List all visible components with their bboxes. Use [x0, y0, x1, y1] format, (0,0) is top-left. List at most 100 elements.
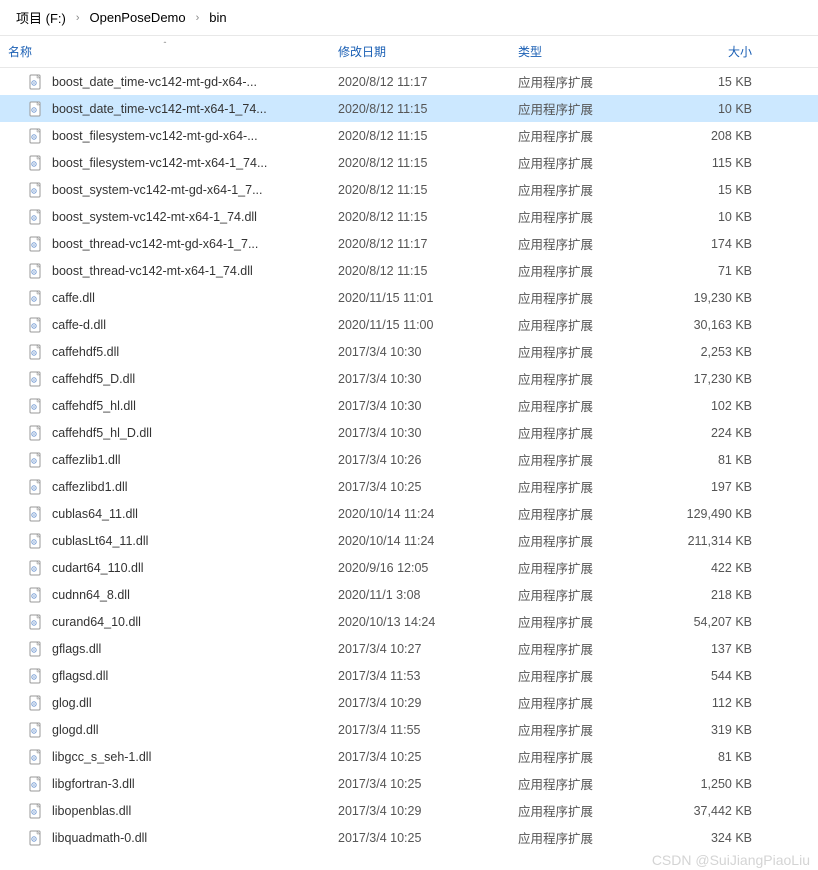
- file-row[interactable]: libquadmath-0.dll2017/3/4 10:25应用程序扩展324…: [0, 824, 818, 851]
- file-name-text: libopenblas.dll: [52, 804, 131, 818]
- file-size-cell: 81 KB: [640, 453, 760, 467]
- breadcrumb-item-folder[interactable]: OpenPoseDemo: [86, 8, 190, 27]
- dll-file-icon: [28, 371, 44, 387]
- file-size-cell: 81 KB: [640, 750, 760, 764]
- file-row[interactable]: caffehdf5_D.dll2017/3/4 10:30应用程序扩展17,23…: [0, 365, 818, 392]
- file-name-cell[interactable]: curand64_10.dll: [0, 614, 330, 630]
- dll-file-icon: [28, 776, 44, 792]
- dll-file-icon: [28, 533, 44, 549]
- file-type-cell: 应用程序扩展: [510, 639, 640, 658]
- file-row[interactable]: boost_date_time-vc142-mt-x64-1_74...2020…: [0, 95, 818, 122]
- file-row[interactable]: cublas64_11.dll2020/10/14 11:24应用程序扩展129…: [0, 500, 818, 527]
- file-date-cell: 2020/11/1 3:08: [330, 588, 510, 602]
- file-row[interactable]: boost_date_time-vc142-mt-gd-x64-...2020/…: [0, 68, 818, 95]
- file-name-cell[interactable]: caffe-d.dll: [0, 317, 330, 333]
- file-row[interactable]: caffe.dll2020/11/15 11:01应用程序扩展19,230 KB: [0, 284, 818, 311]
- file-name-cell[interactable]: caffehdf5.dll: [0, 344, 330, 360]
- file-name-cell[interactable]: caffehdf5_hl.dll: [0, 398, 330, 414]
- file-row[interactable]: caffe-d.dll2020/11/15 11:00应用程序扩展30,163 …: [0, 311, 818, 338]
- file-name-cell[interactable]: libgfortran-3.dll: [0, 776, 330, 792]
- file-size-cell: 115 KB: [640, 156, 760, 170]
- file-name-cell[interactable]: libgcc_s_seh-1.dll: [0, 749, 330, 765]
- file-date-cell: 2020/9/16 12:05: [330, 561, 510, 575]
- file-name-text: cublasLt64_11.dll: [52, 534, 148, 548]
- file-row[interactable]: libopenblas.dll2017/3/4 10:29应用程序扩展37,44…: [0, 797, 818, 824]
- file-row[interactable]: caffezlibd1.dll2017/3/4 10:25应用程序扩展197 K…: [0, 473, 818, 500]
- file-name-text: boost_system-vc142-mt-x64-1_74.dll: [52, 210, 257, 224]
- file-row[interactable]: glog.dll2017/3/4 10:29应用程序扩展112 KB: [0, 689, 818, 716]
- file-row[interactable]: boost_filesystem-vc142-mt-gd-x64-...2020…: [0, 122, 818, 149]
- file-name-cell[interactable]: boost_filesystem-vc142-mt-gd-x64-...: [0, 128, 330, 144]
- file-size-cell: 112 KB: [640, 696, 760, 710]
- file-name-cell[interactable]: libopenblas.dll: [0, 803, 330, 819]
- file-date-cell: 2020/11/15 11:00: [330, 318, 510, 332]
- file-name-cell[interactable]: boost_filesystem-vc142-mt-x64-1_74...: [0, 155, 330, 171]
- breadcrumb-item-root[interactable]: 项目 (F:): [12, 6, 70, 29]
- file-name-cell[interactable]: libquadmath-0.dll: [0, 830, 330, 846]
- file-type-cell: 应用程序扩展: [510, 261, 640, 280]
- breadcrumb[interactable]: 项目 (F:) › OpenPoseDemo › bin: [0, 0, 818, 36]
- file-date-cell: 2017/3/4 10:30: [330, 372, 510, 386]
- file-type-cell: 应用程序扩展: [510, 477, 640, 496]
- file-date-cell: 2017/3/4 10:27: [330, 642, 510, 656]
- file-size-cell: 10 KB: [640, 102, 760, 116]
- file-row[interactable]: caffehdf5_hl.dll2017/3/4 10:30应用程序扩展102 …: [0, 392, 818, 419]
- file-row[interactable]: caffezlib1.dll2017/3/4 10:26应用程序扩展81 KB: [0, 446, 818, 473]
- dll-file-icon: [28, 668, 44, 684]
- file-row[interactable]: boost_system-vc142-mt-x64-1_74.dll2020/8…: [0, 203, 818, 230]
- file-name-text: gflagsd.dll: [52, 669, 108, 683]
- file-name-cell[interactable]: caffezlibd1.dll: [0, 479, 330, 495]
- file-name-cell[interactable]: caffezlib1.dll: [0, 452, 330, 468]
- file-name-cell[interactable]: boost_system-vc142-mt-gd-x64-1_7...: [0, 182, 330, 198]
- file-name-cell[interactable]: caffehdf5_hl_D.dll: [0, 425, 330, 441]
- file-row[interactable]: boost_filesystem-vc142-mt-x64-1_74...202…: [0, 149, 818, 176]
- file-row[interactable]: gflags.dll2017/3/4 10:27应用程序扩展137 KB: [0, 635, 818, 662]
- file-name-cell[interactable]: cudart64_110.dll: [0, 560, 330, 576]
- column-header-date[interactable]: 修改日期: [330, 43, 510, 60]
- file-row[interactable]: libgcc_s_seh-1.dll2017/3/4 10:25应用程序扩展81…: [0, 743, 818, 770]
- file-name-text: caffehdf5.dll: [52, 345, 119, 359]
- file-name-text: caffezlib1.dll: [52, 453, 121, 467]
- file-name-text: curand64_10.dll: [52, 615, 141, 629]
- chevron-right-icon: ›: [76, 12, 80, 24]
- file-name-cell[interactable]: boost_thread-vc142-mt-x64-1_74.dll: [0, 263, 330, 279]
- column-header-type[interactable]: 类型: [510, 43, 640, 60]
- file-name-cell[interactable]: boost_system-vc142-mt-x64-1_74.dll: [0, 209, 330, 225]
- file-name-cell[interactable]: boost_thread-vc142-mt-gd-x64-1_7...: [0, 236, 330, 252]
- file-name-cell[interactable]: cublasLt64_11.dll: [0, 533, 330, 549]
- breadcrumb-item-current[interactable]: bin: [205, 8, 230, 27]
- file-name-cell[interactable]: gflagsd.dll: [0, 668, 330, 684]
- column-header-name[interactable]: ˆ 名称: [0, 43, 330, 60]
- file-name-cell[interactable]: cublas64_11.dll: [0, 506, 330, 522]
- file-type-cell: 应用程序扩展: [510, 180, 640, 199]
- dll-file-icon: [28, 398, 44, 414]
- file-name-text: boost_filesystem-vc142-mt-x64-1_74...: [52, 156, 267, 170]
- file-name-cell[interactable]: glog.dll: [0, 695, 330, 711]
- file-row[interactable]: cublasLt64_11.dll2020/10/14 11:24应用程序扩展2…: [0, 527, 818, 554]
- file-size-cell: 37,442 KB: [640, 804, 760, 818]
- file-row[interactable]: boost_system-vc142-mt-gd-x64-1_7...2020/…: [0, 176, 818, 203]
- file-row[interactable]: cudart64_110.dll2020/9/16 12:05应用程序扩展422…: [0, 554, 818, 581]
- file-name-cell[interactable]: gflags.dll: [0, 641, 330, 657]
- file-row[interactable]: libgfortran-3.dll2017/3/4 10:25应用程序扩展1,2…: [0, 770, 818, 797]
- file-row[interactable]: caffehdf5.dll2017/3/4 10:30应用程序扩展2,253 K…: [0, 338, 818, 365]
- file-row[interactable]: gflagsd.dll2017/3/4 11:53应用程序扩展544 KB: [0, 662, 818, 689]
- file-name-cell[interactable]: glogd.dll: [0, 722, 330, 738]
- file-row[interactable]: boost_thread-vc142-mt-x64-1_74.dll2020/8…: [0, 257, 818, 284]
- file-row[interactable]: curand64_10.dll2020/10/13 14:24应用程序扩展54,…: [0, 608, 818, 635]
- column-header-size[interactable]: 大小: [640, 43, 760, 60]
- file-row[interactable]: cudnn64_8.dll2020/11/1 3:08应用程序扩展218 KB: [0, 581, 818, 608]
- file-name-cell[interactable]: caffe.dll: [0, 290, 330, 306]
- file-row[interactable]: boost_thread-vc142-mt-gd-x64-1_7...2020/…: [0, 230, 818, 257]
- dll-file-icon: [28, 803, 44, 819]
- file-name-text: caffehdf5_hl.dll: [52, 399, 136, 413]
- file-name-cell[interactable]: caffehdf5_D.dll: [0, 371, 330, 387]
- dll-file-icon: [28, 236, 44, 252]
- file-type-cell: 应用程序扩展: [510, 801, 640, 820]
- file-name-cell[interactable]: boost_date_time-vc142-mt-gd-x64-...: [0, 74, 330, 90]
- file-row[interactable]: caffehdf5_hl_D.dll2017/3/4 10:30应用程序扩展22…: [0, 419, 818, 446]
- file-name-cell[interactable]: cudnn64_8.dll: [0, 587, 330, 603]
- file-list[interactable]: ˆ 名称 修改日期 类型 大小 boost_date_time-vc142-mt…: [0, 36, 818, 870]
- file-name-cell[interactable]: boost_date_time-vc142-mt-x64-1_74...: [0, 101, 330, 117]
- file-row[interactable]: glogd.dll2017/3/4 11:55应用程序扩展319 KB: [0, 716, 818, 743]
